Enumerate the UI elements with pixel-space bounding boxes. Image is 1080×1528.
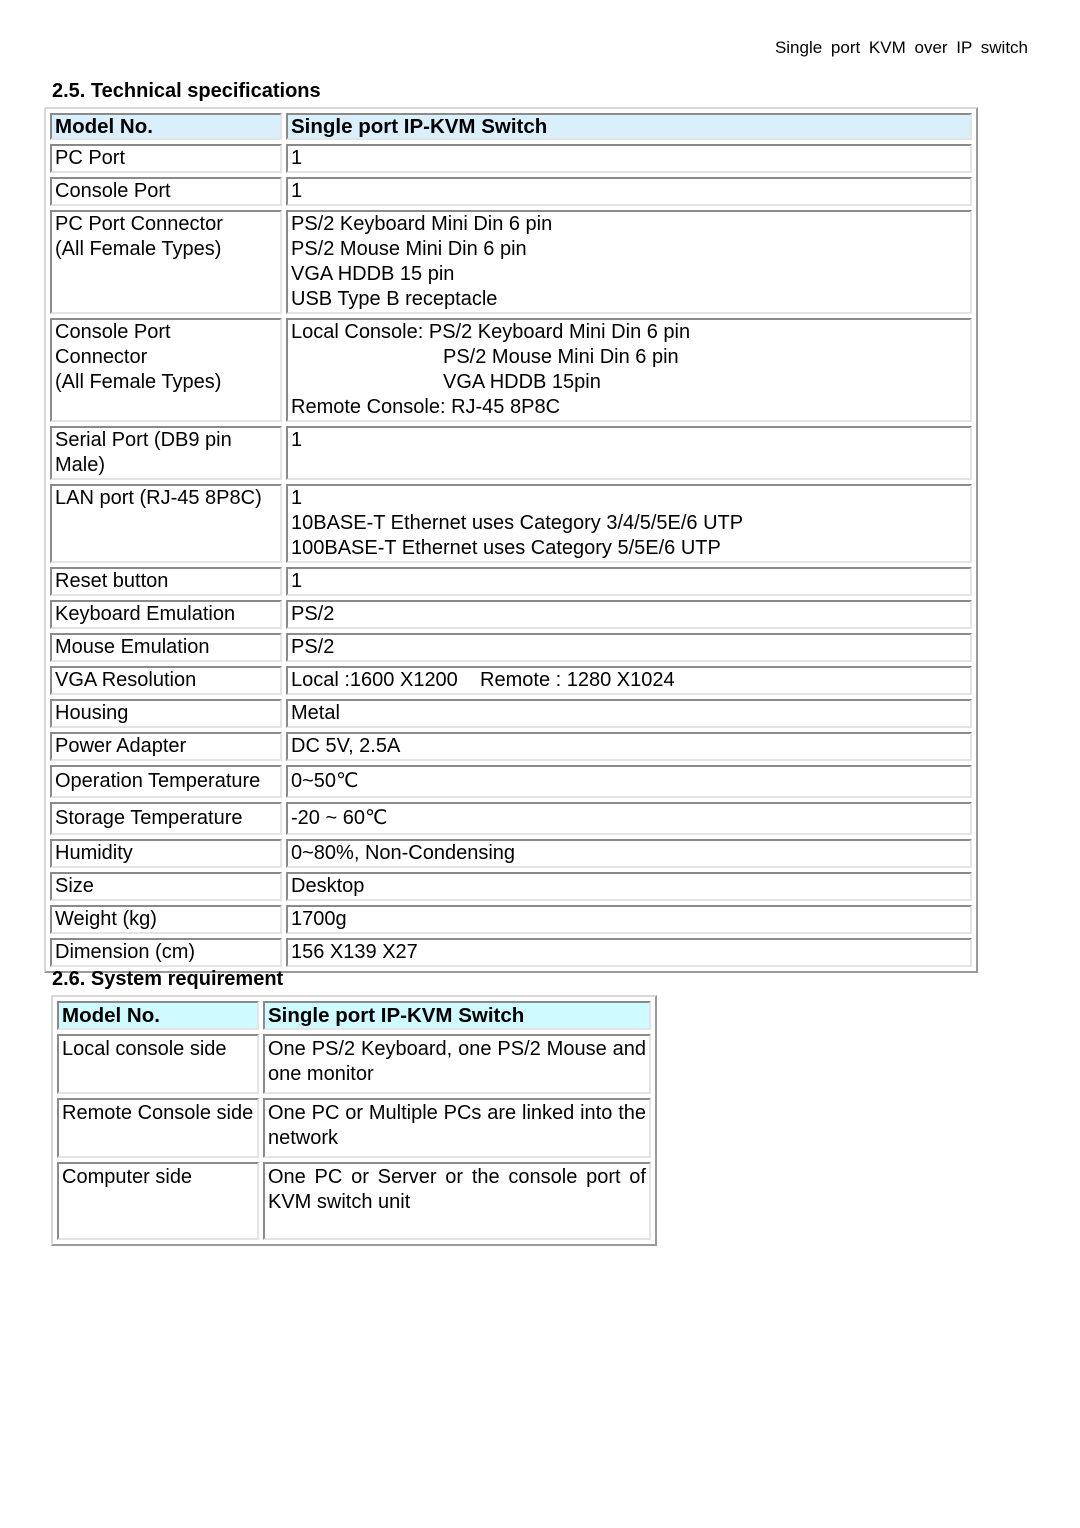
- table-row-operation-temperature: Operation Temperature 0~50℃: [50, 765, 972, 798]
- header-model-label: Model No.: [50, 113, 282, 140]
- row-value: 1: [286, 177, 972, 206]
- row-label: Dimension (cm): [50, 938, 282, 967]
- table-row-local-console-side: Local console side One PS/2 Keyboard, on…: [57, 1034, 651, 1094]
- row-label: Operation Temperature: [50, 765, 282, 798]
- table-row-size: Size Desktop: [50, 872, 972, 901]
- row-value: One PS/2 Keyboard, one PS/2 Mouse and on…: [263, 1034, 651, 1094]
- header-model-value: Single port IP-KVM Switch: [286, 113, 972, 140]
- table-row-weight: Weight (kg) 1700g: [50, 905, 972, 934]
- row-value: One PC or Server or the console port of …: [263, 1162, 651, 1240]
- row-value: One PC or Multiple PCs are linked into t…: [263, 1098, 651, 1158]
- row-value: Local Console: PS/2 Keyboard Mini Din 6 …: [286, 318, 972, 422]
- row-label: PC Port Connector (All Female Types): [50, 210, 282, 314]
- row-label: PC Port: [50, 144, 282, 173]
- system-requirement-table: Model No. Single port IP-KVM Switch Loca…: [51, 995, 657, 1246]
- table-row-housing: Housing Metal: [50, 699, 972, 728]
- running-header: Single port KVM over IP switch: [774, 38, 1028, 57]
- row-label: Keyboard Emulation: [50, 600, 282, 629]
- row-label: Local console side: [57, 1034, 259, 1094]
- row-label: Mouse Emulation: [50, 633, 282, 662]
- section-title-system-requirement: 2.6. System requirement: [52, 968, 284, 990]
- table-row-pc-port: PC Port 1: [50, 144, 972, 173]
- table-row-console-port-connector: Console Port Connector (All Female Types…: [50, 318, 972, 422]
- row-label: Humidity: [50, 839, 282, 868]
- row-label: Computer side: [57, 1162, 259, 1240]
- row-value: 0~80%, Non-Condensing: [286, 839, 972, 868]
- row-label: Serial Port (DB9 pin Male): [50, 426, 282, 480]
- row-value: 1700g: [286, 905, 972, 934]
- header-model-label: Model No.: [57, 1001, 259, 1030]
- row-value: 1 10BASE-T Ethernet uses Category 3/4/5/…: [286, 484, 972, 563]
- table-row-storage-temperature: Storage Temperature -20 ~ 60℃: [50, 802, 972, 835]
- row-value: DC 5V, 2.5A: [286, 732, 972, 761]
- row-value: 1: [286, 426, 972, 480]
- technical-specifications-table: Model No. Single port IP-KVM Switch PC P…: [44, 107, 978, 973]
- row-value: PS/2: [286, 600, 972, 629]
- row-label: VGA Resolution: [50, 666, 282, 695]
- row-value: 0~50℃: [286, 765, 972, 798]
- row-label: Weight (kg): [50, 905, 282, 934]
- table-header-row: Model No. Single port IP-KVM Switch: [57, 1001, 651, 1030]
- table-row-vga-resolution: VGA Resolution Local :1600 X1200 Remote …: [50, 666, 972, 695]
- table-row-console-port: Console Port 1: [50, 177, 972, 206]
- row-value: Metal: [286, 699, 972, 728]
- row-value: 156 X139 X27: [286, 938, 972, 967]
- row-label: Reset button: [50, 567, 282, 596]
- table-row-humidity: Humidity 0~80%, Non-Condensing: [50, 839, 972, 868]
- row-label: LAN port (RJ-45 8P8C): [50, 484, 282, 563]
- row-label: Remote Console side: [57, 1098, 259, 1158]
- row-value: 1: [286, 144, 972, 173]
- table-row-power-adapter: Power Adapter DC 5V, 2.5A: [50, 732, 972, 761]
- row-value: PS/2: [286, 633, 972, 662]
- row-label: Power Adapter: [50, 732, 282, 761]
- section-title-technical-specifications: 2.5. Technical specifications: [52, 80, 321, 102]
- row-value: 1: [286, 567, 972, 596]
- table-row-remote-console-side: Remote Console side One PC or Multiple P…: [57, 1098, 651, 1158]
- table-row-mouse-emulation: Mouse Emulation PS/2: [50, 633, 972, 662]
- row-label: Storage Temperature: [50, 802, 282, 835]
- row-value: -20 ~ 60℃: [286, 802, 972, 835]
- row-value: PS/2 Keyboard Mini Din 6 pin PS/2 Mouse …: [286, 210, 972, 314]
- table-row-computer-side: Computer side One PC or Server or the co…: [57, 1162, 651, 1240]
- row-label: Console Port Connector (All Female Types…: [50, 318, 282, 422]
- row-value: Desktop: [286, 872, 972, 901]
- table-row-lan-port: LAN port (RJ-45 8P8C) 1 10BASE-T Etherne…: [50, 484, 972, 563]
- table-row-reset-button: Reset button 1: [50, 567, 972, 596]
- row-label: Size: [50, 872, 282, 901]
- table-row-pc-port-connector: PC Port Connector (All Female Types) PS/…: [50, 210, 972, 314]
- table-row-serial-port: Serial Port (DB9 pin Male) 1: [50, 426, 972, 480]
- table-header-row: Model No. Single port IP-KVM Switch: [50, 113, 972, 140]
- row-label: Housing: [50, 699, 282, 728]
- row-label: Console Port: [50, 177, 282, 206]
- header-model-value: Single port IP-KVM Switch: [263, 1001, 651, 1030]
- table-row-keyboard-emulation: Keyboard Emulation PS/2: [50, 600, 972, 629]
- table-row-dimension: Dimension (cm) 156 X139 X27: [50, 938, 972, 967]
- row-value: Local :1600 X1200 Remote : 1280 X1024: [286, 666, 972, 695]
